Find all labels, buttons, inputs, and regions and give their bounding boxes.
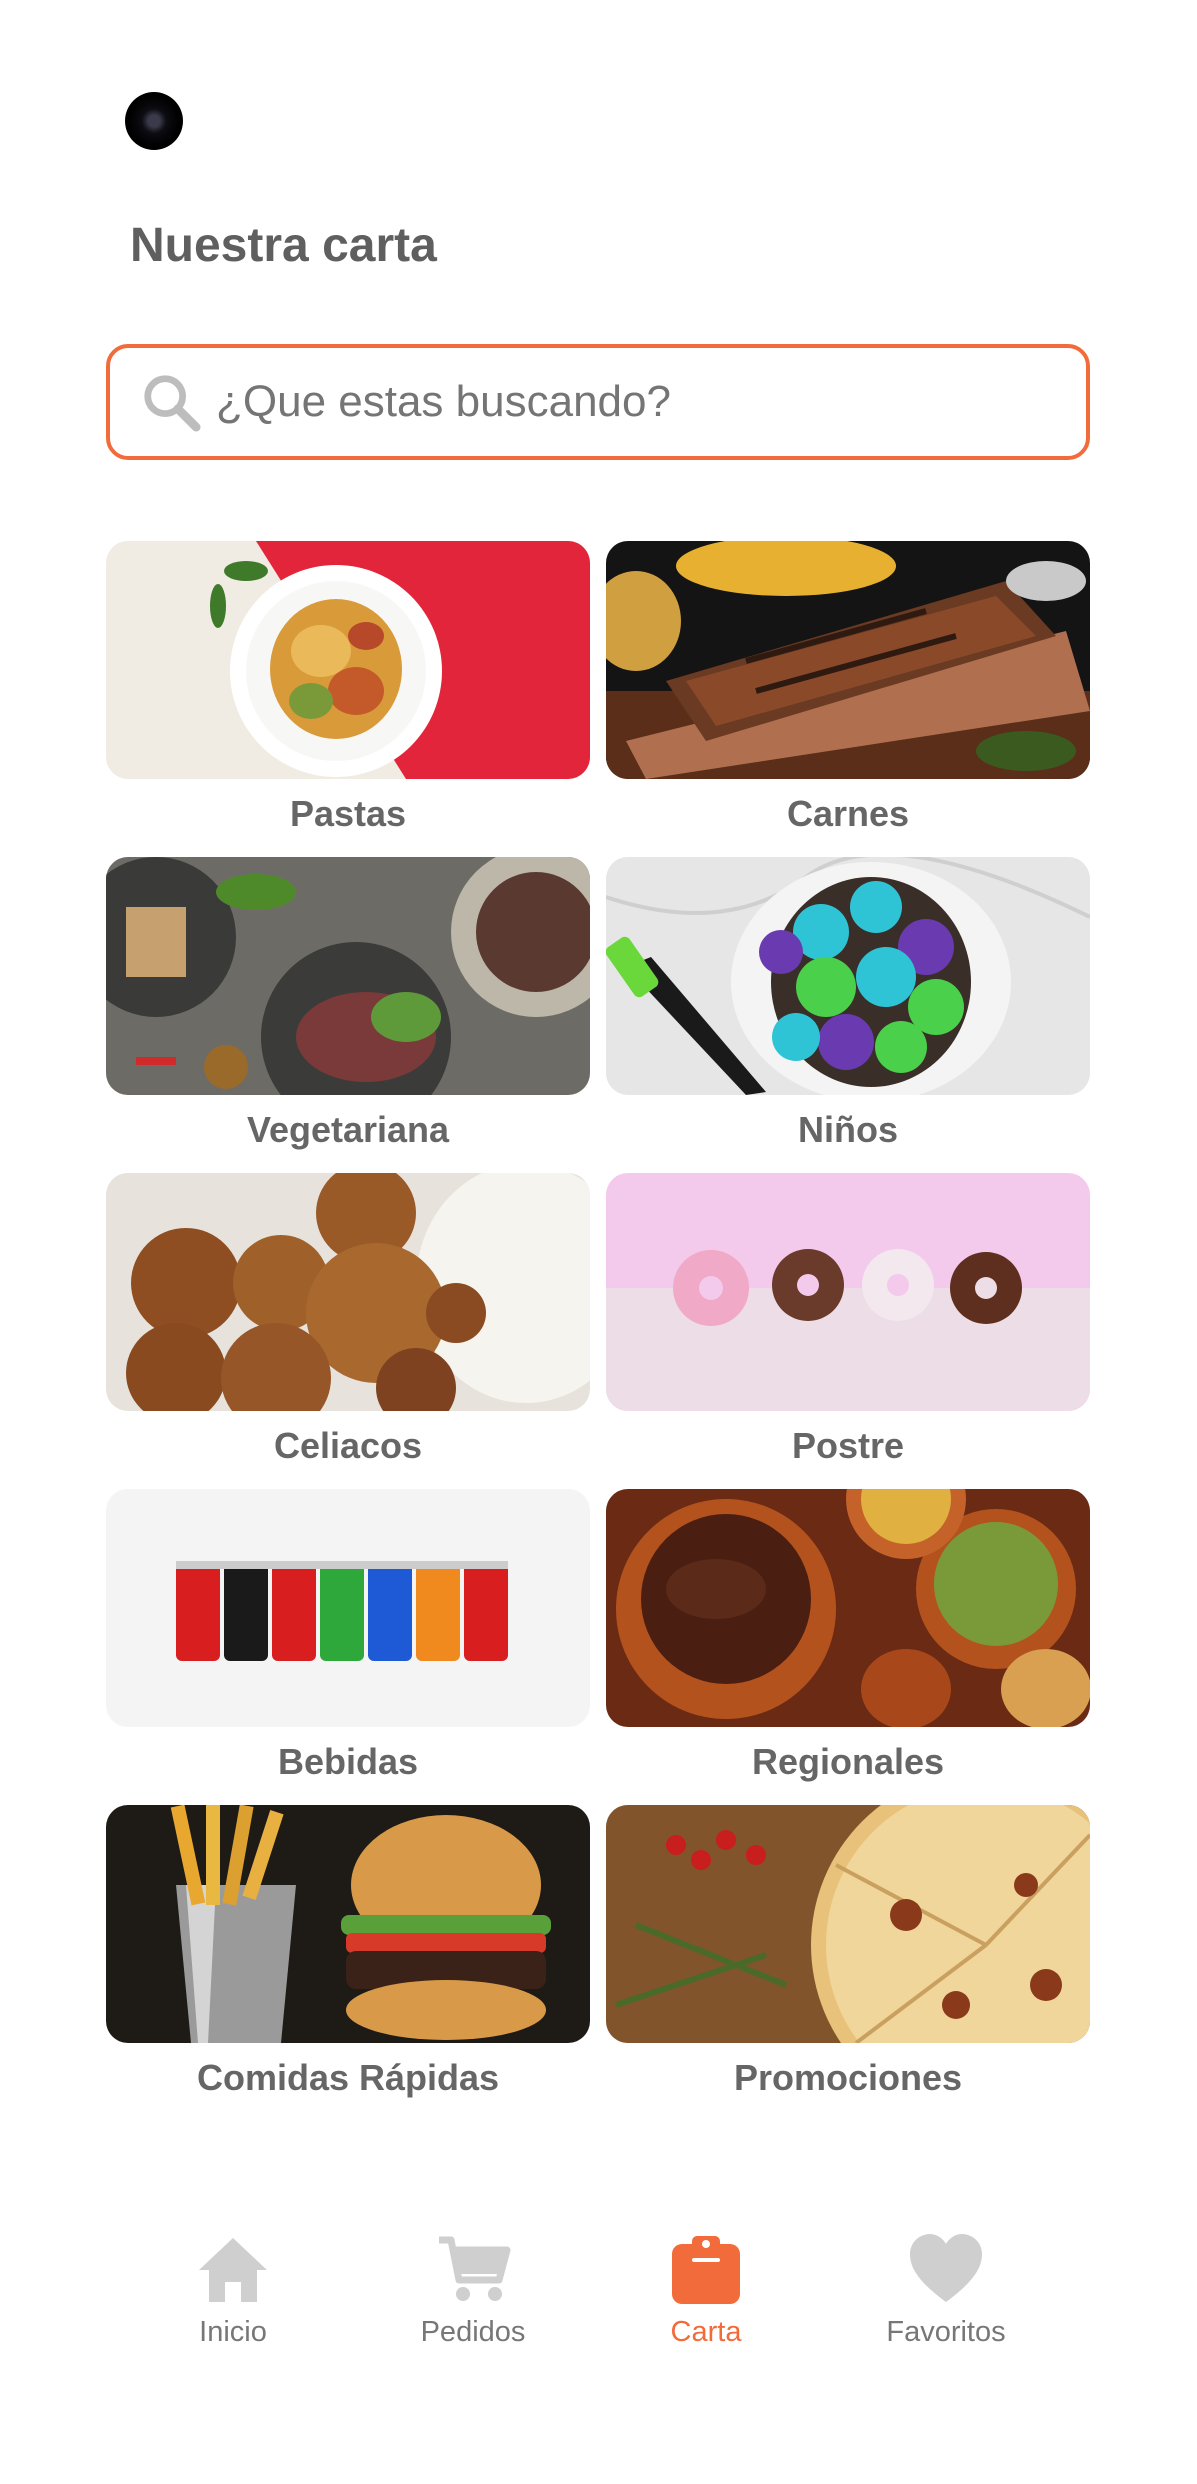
category-label: Comidas Rápidas bbox=[196, 2057, 500, 2098]
nav-label: Favoritos bbox=[886, 2316, 1006, 2348]
category-card-regionales[interactable]: Regionales bbox=[606, 1489, 1090, 1805]
nav-item-pedidos[interactable]: Pedidos bbox=[373, 2230, 573, 2349]
cart-icon bbox=[439, 2236, 511, 2301]
category-card-vegetariana[interactable]: Vegetariana bbox=[106, 857, 590, 1173]
category-card-ninos[interactable]: Niños bbox=[606, 857, 1090, 1173]
comidas-rapidas-image bbox=[106, 1805, 590, 2043]
bottom-nav: Inicio Pedidos Carta Favoritos bbox=[0, 2230, 1197, 2370]
bebidas-image bbox=[106, 1489, 590, 1727]
celiacos-image bbox=[106, 1173, 590, 1411]
category-card-comidas-rapidas[interactable]: Comidas Rápidas bbox=[106, 1805, 590, 2121]
category-label: Postre bbox=[791, 1425, 905, 1466]
category-card-celiacos[interactable]: Celiacos bbox=[106, 1173, 590, 1489]
category-card-postre[interactable]: Postre bbox=[606, 1173, 1090, 1489]
clipboard-icon bbox=[672, 2236, 740, 2304]
vegetariana-image bbox=[106, 857, 590, 1095]
category-card-pastas[interactable]: Pastas bbox=[106, 541, 590, 857]
nav-item-favoritos[interactable]: Favoritos bbox=[846, 2230, 1046, 2349]
carnes-image bbox=[606, 541, 1090, 779]
promociones-image bbox=[606, 1805, 1090, 2043]
category-card-carnes[interactable]: Carnes bbox=[606, 541, 1090, 857]
nav-label: Inicio bbox=[199, 2316, 267, 2348]
category-label: Niños bbox=[797, 1109, 898, 1150]
search-bar[interactable] bbox=[106, 344, 1090, 460]
page-title: Nuestra carta bbox=[130, 219, 437, 272]
ninos-image bbox=[606, 857, 1090, 1095]
camera-notch bbox=[125, 92, 183, 150]
category-label: Pastas bbox=[289, 793, 407, 834]
category-card-promociones[interactable]: Promociones bbox=[606, 1805, 1090, 2121]
search-input[interactable] bbox=[214, 376, 1018, 428]
category-label: Celiacos bbox=[273, 1425, 423, 1466]
nav-item-inicio[interactable]: Inicio bbox=[133, 2230, 333, 2349]
heart-icon bbox=[910, 2234, 982, 2302]
search-icon bbox=[144, 375, 201, 432]
nav-item-carta[interactable]: Carta bbox=[606, 2230, 806, 2349]
home-icon bbox=[199, 2238, 267, 2302]
category-label: Promociones bbox=[733, 2057, 963, 2098]
category-label: Regionales bbox=[751, 1741, 945, 1782]
category-label: Vegetariana bbox=[246, 1109, 450, 1150]
category-grid: Pastas Carnes Vegetariana Niños Celiacos… bbox=[106, 541, 1090, 2121]
postre-image bbox=[606, 1173, 1090, 1411]
nav-label: Carta bbox=[670, 2316, 742, 2348]
pastas-image bbox=[106, 541, 590, 779]
category-card-bebidas[interactable]: Bebidas bbox=[106, 1489, 590, 1805]
nav-label: Pedidos bbox=[420, 2316, 526, 2348]
regionales-image bbox=[606, 1489, 1090, 1727]
category-label: Bebidas bbox=[277, 1741, 419, 1782]
category-label: Carnes bbox=[786, 793, 910, 834]
